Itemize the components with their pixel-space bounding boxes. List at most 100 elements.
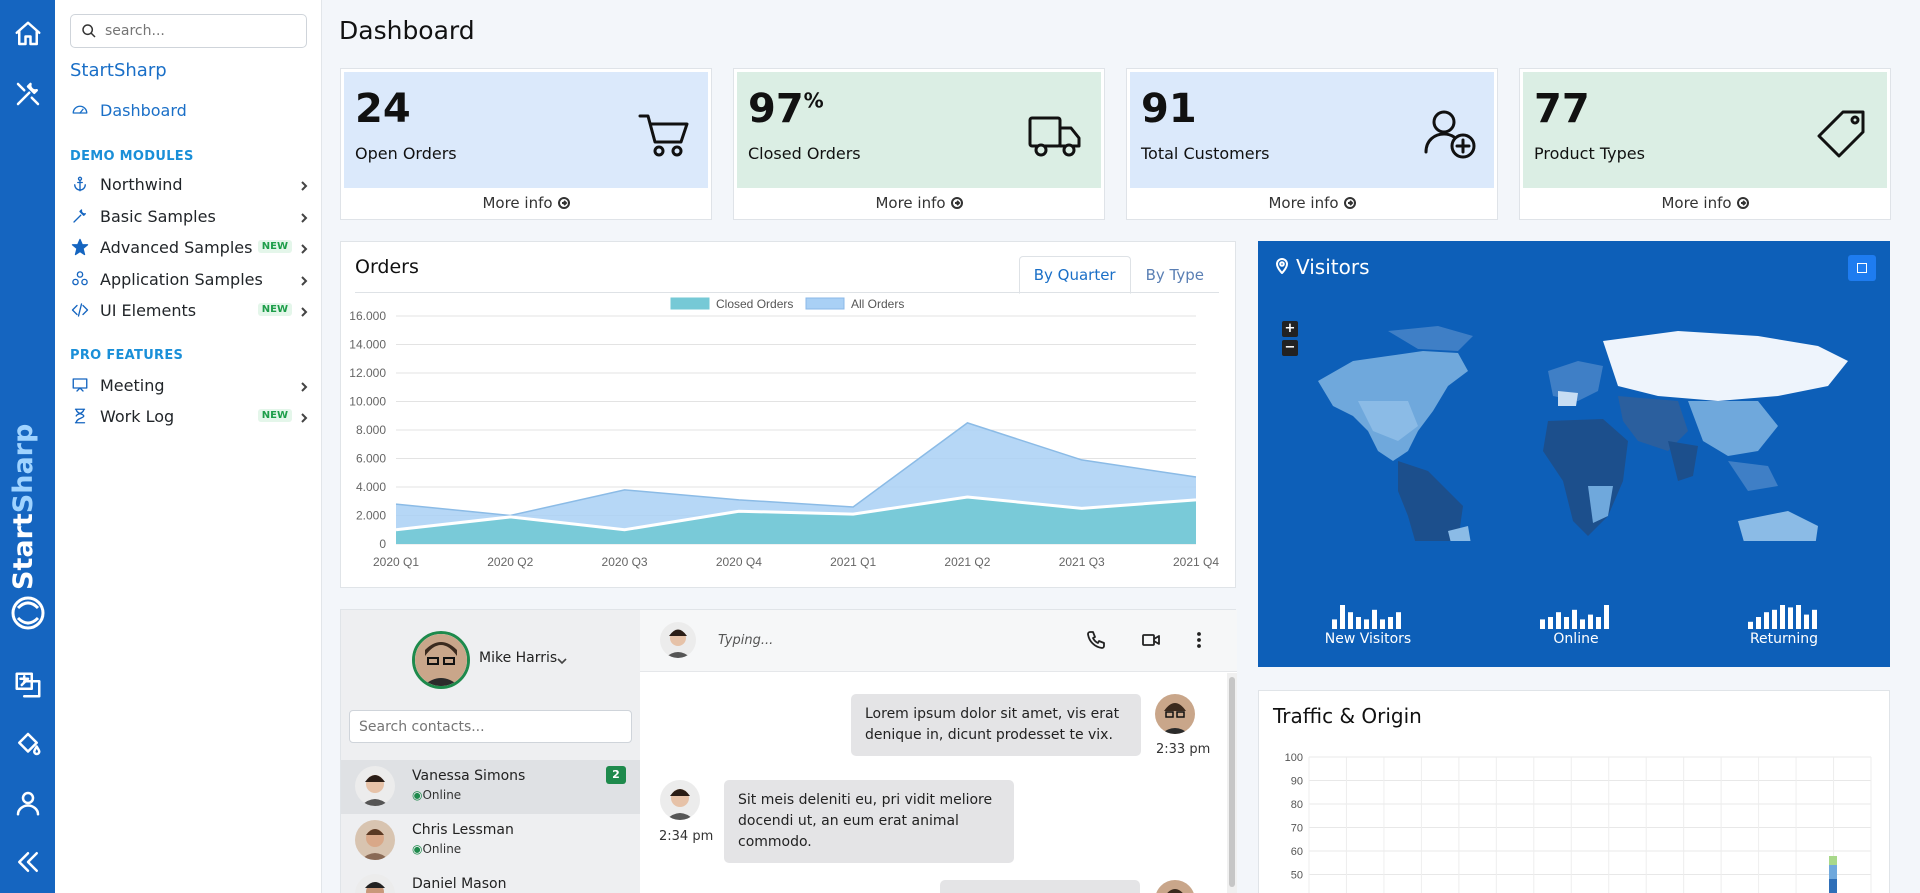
contact-status: ◉Online: [412, 788, 461, 802]
sidebar-item-meeting[interactable]: Meeting: [70, 371, 310, 399]
chevron-right-icon: [298, 209, 310, 223]
chevron-right-icon: [298, 378, 310, 392]
sidebar-item-label: Advanced Samples: [100, 237, 253, 257]
stat-card-body: 24 Open Orders: [344, 72, 708, 188]
contact-name: Vanessa Simons: [412, 768, 526, 784]
more-vertical-icon[interactable]: [1189, 630, 1209, 650]
stat-value: 24: [355, 86, 411, 132]
more-info-link[interactable]: More info: [341, 187, 711, 219]
map-pin-icon: [1274, 258, 1290, 275]
chart-legend: Closed Orders All Orders: [670, 297, 904, 311]
calendar-button[interactable]: [1848, 255, 1876, 281]
paint-bucket-icon[interactable]: [0, 718, 55, 770]
sidebar-item-label: Dashboard: [100, 100, 187, 120]
stat-number: 91: [1141, 86, 1197, 132]
home-icon[interactable]: [0, 8, 55, 60]
spark-bar: [1756, 617, 1761, 629]
sidebar-search-input[interactable]: [105, 23, 295, 39]
y-tick-label: 0: [379, 537, 386, 551]
phone-icon[interactable]: [1086, 630, 1106, 650]
translate-icon[interactable]: [0, 659, 55, 711]
sidebar-item-northwind[interactable]: Northwind: [70, 170, 310, 198]
sidebar-item-dashboard[interactable]: Dashboard: [70, 96, 310, 124]
y-tick-label: 2.000: [356, 509, 386, 523]
sidebar-item-advanced-samples[interactable]: Advanced Samples NEW: [70, 233, 310, 261]
video-icon[interactable]: [1141, 630, 1161, 650]
stat-card-total-customers: 91 Total Customers More info: [1126, 68, 1498, 220]
tab-by-type[interactable]: By Type: [1131, 256, 1219, 294]
region-southeast-asia[interactable]: [1728, 461, 1778, 491]
contact-item[interactable]: Daniel Mason: [341, 868, 640, 893]
left-rail: StartSharp: [0, 0, 55, 893]
section-demo-modules: DEMO MODULES: [70, 149, 194, 164]
x-tick-label: 2021 Q4: [1173, 555, 1219, 569]
x-tick-label: 2020 Q1: [373, 555, 419, 569]
region-greenland-canada[interactable]: [1388, 326, 1473, 351]
more-info-link[interactable]: More info: [1520, 187, 1890, 219]
region-russia[interactable]: [1603, 331, 1848, 401]
spark-bar: [1764, 612, 1769, 629]
sidebar-item-basic-samples[interactable]: Basic Samples: [70, 202, 310, 230]
message-incoming: Sit meis deleniti eu, pri vidit meliore …: [724, 780, 1014, 863]
message-time: 2:34 pm: [659, 829, 714, 844]
sidebar-search[interactable]: [70, 14, 307, 48]
spark-bar: [1604, 605, 1609, 629]
sidebar-item-label: Work Log: [100, 406, 175, 426]
chat-panel: Mike Harris Vanessa Simons ◉Online 2 Chr…: [340, 609, 1237, 893]
spark-bar: [1780, 605, 1785, 629]
region-china[interactable]: [1688, 401, 1778, 456]
calendar-icon: [1857, 263, 1867, 273]
search-icon: [82, 24, 96, 38]
chevron-right-icon: [298, 303, 310, 317]
spark-bar: [1588, 614, 1593, 629]
contact-item[interactable]: Vanessa Simons ◉Online 2: [341, 760, 640, 814]
spark-bar: [1748, 621, 1753, 629]
region-western-europe[interactable]: [1558, 391, 1578, 406]
spark-bar: [1548, 617, 1553, 629]
region-india[interactable]: [1668, 441, 1698, 481]
chevron-down-icon[interactable]: [556, 652, 568, 665]
tools-icon[interactable]: [0, 68, 55, 120]
scrollbar-thumb[interactable]: [1229, 677, 1235, 887]
region-australia[interactable]: [1738, 511, 1818, 541]
unread-badge: 2: [606, 766, 626, 784]
sidebar-item-application-samples[interactable]: Application Samples: [70, 265, 310, 293]
stat-value: 97%: [748, 86, 824, 132]
spark-bar: [1572, 609, 1577, 629]
stat-card-closed-orders: 97% Closed Orders More info: [733, 68, 1105, 220]
arrow-circle-icon: [1736, 197, 1749, 209]
stat-suffix: %: [803, 88, 824, 113]
world-map: [1318, 326, 1848, 541]
spark-bar: [1788, 607, 1793, 629]
more-info-link[interactable]: More info: [1127, 187, 1497, 219]
spark-bar: [1804, 614, 1809, 629]
sparkline-online: Online: [1516, 603, 1636, 647]
tab-by-quarter[interactable]: By Quarter: [1018, 256, 1131, 294]
sidebar-item-label: UI Elements: [100, 300, 197, 320]
sidebar: StartSharp Dashboard DEMO MODULES Northw…: [55, 0, 322, 893]
region-south-america[interactable]: [1398, 461, 1463, 541]
collapse-icon[interactable]: [0, 836, 55, 888]
contact-item[interactable]: Chris Lessman ◉Online: [341, 814, 640, 868]
sidebar-item-work-log[interactable]: Work Log NEW: [70, 402, 310, 430]
more-info-link[interactable]: More info: [734, 187, 1104, 219]
stat-number: 97: [748, 86, 804, 132]
contact-name: Daniel Mason: [412, 876, 507, 892]
chat-user-name[interactable]: Mike Harris: [479, 650, 557, 666]
spark-bar: [1564, 617, 1569, 629]
sparkline-chart: [1540, 605, 1609, 629]
sidebar-item-ui-elements[interactable]: UI Elements NEW: [70, 296, 310, 324]
y-tick-label: 12.000: [349, 366, 386, 380]
avatar[interactable]: [412, 631, 470, 689]
region-africa[interactable]: [1543, 419, 1628, 536]
app-name[interactable]: StartSharp: [70, 60, 167, 81]
x-tick-label: 2020 Q3: [602, 555, 648, 569]
brand-start: Start: [8, 513, 39, 590]
chat-header: Typing...: [640, 610, 1237, 672]
chat-scrollbar[interactable]: [1227, 673, 1237, 893]
stat-number: 77: [1534, 86, 1590, 132]
contact-search-input[interactable]: [349, 710, 632, 743]
stat-label: Closed Orders: [748, 144, 861, 163]
user-icon[interactable]: [0, 777, 55, 829]
spark-bar: [1348, 612, 1353, 629]
